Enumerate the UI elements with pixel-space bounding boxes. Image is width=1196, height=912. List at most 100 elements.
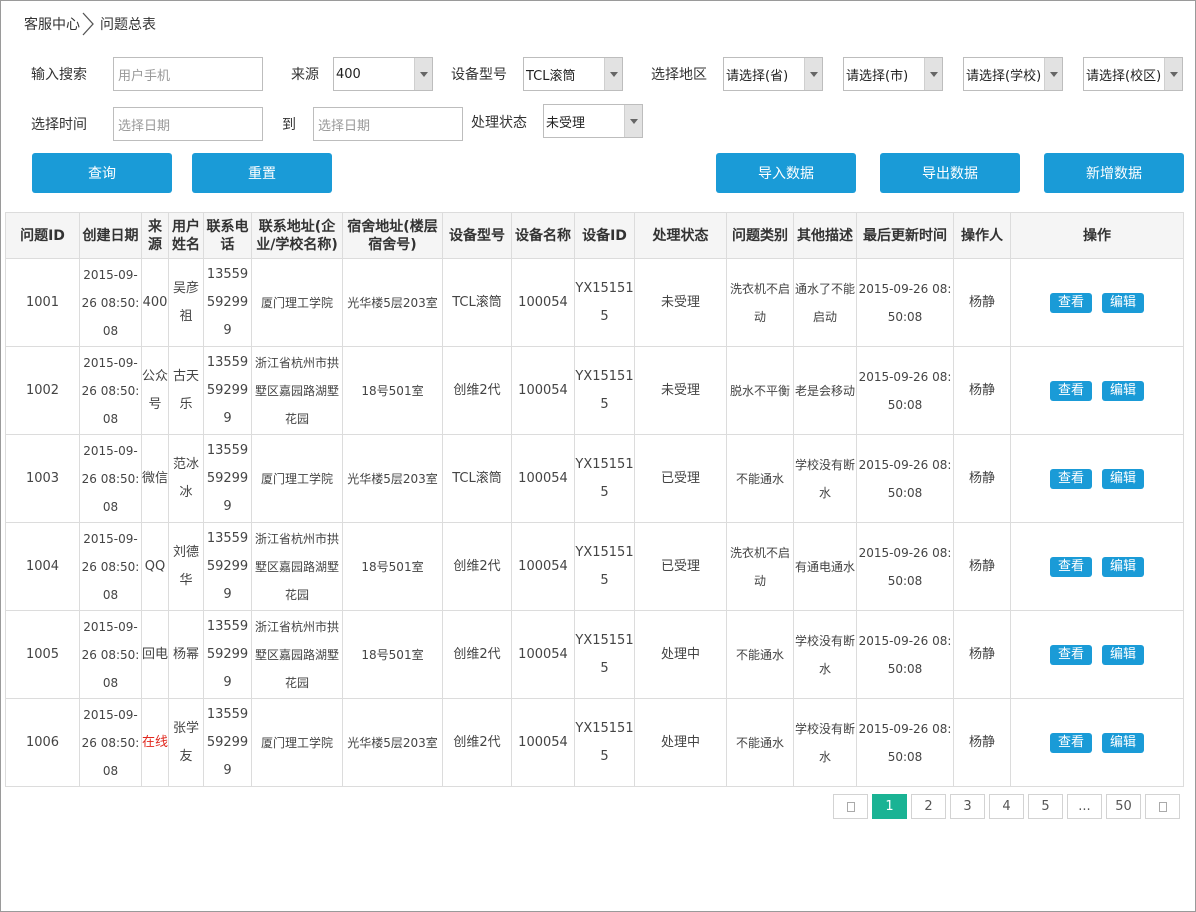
page-button[interactable]: 4 — [989, 794, 1024, 819]
view-button[interactable]: 查看 — [1050, 468, 1092, 489]
start-date-input[interactable]: 选择日期 — [113, 107, 263, 141]
next-page-icon — [1158, 801, 1167, 812]
column-header: 问题ID — [5, 212, 80, 259]
page-button[interactable]: 1 — [872, 794, 907, 819]
device-name-cell: 100054 — [511, 698, 575, 787]
view-button[interactable]: 查看 — [1050, 292, 1092, 313]
dropdown-arrow-icon[interactable] — [804, 58, 822, 90]
address-cell: 厦门理工学院 — [251, 698, 343, 787]
created-date-cell: 2015-09-26 08:50:08 — [79, 258, 142, 347]
column-header: 来源 — [141, 212, 169, 259]
category-cell: 不能通水 — [726, 610, 794, 699]
edit-button[interactable]: 编辑 — [1102, 468, 1144, 489]
city-select[interactable]: 请选择(市) — [843, 57, 943, 91]
view-button[interactable]: 查看 — [1050, 732, 1092, 753]
phone-cell: 13559592999 — [203, 698, 252, 787]
phone-search-input[interactable]: 用户手机 — [113, 57, 263, 91]
user-name-cell: 范冰冰 — [168, 434, 204, 523]
campus-select[interactable]: 请选择(校区) — [1083, 57, 1183, 91]
next-page-button[interactable] — [1145, 794, 1180, 819]
source-label: 来源 — [291, 67, 319, 83]
chevron-right-icon — [82, 12, 94, 36]
source-cell: 微信 — [141, 434, 169, 523]
dropdown-arrow-icon[interactable] — [1164, 58, 1182, 90]
school-select[interactable]: 请选择(学校) — [963, 57, 1063, 91]
device-id-cell: YX151515 — [574, 698, 635, 787]
updated-time-cell: 2015-09-26 08:50:08 — [856, 698, 954, 787]
import-data-button[interactable]: 导入数据 — [716, 153, 856, 193]
description-cell: 学校没有断水 — [793, 434, 857, 523]
column-header: 宿舍地址(楼层宿舍号) — [342, 212, 443, 259]
to-label: 到 — [282, 117, 296, 133]
model-cell: 创维2代 — [442, 522, 512, 611]
prev-page-button[interactable] — [833, 794, 868, 819]
view-button[interactable]: 查看 — [1050, 380, 1092, 401]
description-cell: 老是会移动 — [793, 346, 857, 435]
dropdown-arrow-icon[interactable] — [1044, 58, 1062, 90]
status-cell: 处理中 — [634, 610, 727, 699]
actions-cell: 查看 编辑 — [1010, 610, 1184, 699]
updated-time-cell: 2015-09-26 08:50:08 — [856, 346, 954, 435]
column-header: 用户姓名 — [168, 212, 204, 259]
page-button[interactable]: 50 — [1106, 794, 1141, 819]
source-select[interactable]: 400 — [333, 57, 433, 91]
page-button[interactable]: 5 — [1028, 794, 1063, 819]
created-date-cell: 2015-09-26 08:50:08 — [79, 434, 142, 523]
province-select[interactable]: 请选择(省) — [723, 57, 823, 91]
description-cell: 学校没有断水 — [793, 610, 857, 699]
edit-button[interactable]: 编辑 — [1102, 644, 1144, 665]
user-name-cell: 刘德华 — [168, 522, 204, 611]
page-button[interactable]: 3 — [950, 794, 985, 819]
end-date-input[interactable]: 选择日期 — [313, 107, 463, 141]
column-header: 设备ID — [574, 212, 635, 259]
add-data-button[interactable]: 新增数据 — [1044, 153, 1184, 193]
device-id-cell: YX151515 — [574, 258, 635, 347]
edit-button[interactable]: 编辑 — [1102, 292, 1144, 313]
export-data-button[interactable]: 导出数据 — [880, 153, 1020, 193]
source-select-value: 400 — [336, 66, 361, 82]
dorm-cell: 光华楼5层203室 — [342, 434, 443, 523]
edit-button[interactable]: 编辑 — [1102, 732, 1144, 753]
view-button[interactable]: 查看 — [1050, 556, 1092, 577]
province-select-value: 请选择(省) — [726, 68, 789, 84]
column-header: 操作人 — [953, 212, 1011, 259]
dorm-cell: 18号501室 — [342, 610, 443, 699]
query-button[interactable]: 查询 — [32, 153, 172, 193]
page-button[interactable]: 2 — [911, 794, 946, 819]
model-select[interactable]: TCL滚筒 — [523, 57, 623, 91]
column-header: 创建日期 — [79, 212, 142, 259]
status-select[interactable]: 未受理 — [543, 104, 643, 138]
user-name-cell: 张学友 — [168, 698, 204, 787]
edit-button[interactable]: 编辑 — [1102, 556, 1144, 577]
actions-cell: 查看 编辑 — [1010, 434, 1184, 523]
column-header: 处理状态 — [634, 212, 727, 259]
category-cell: 洗衣机不启动 — [726, 258, 794, 347]
created-date-cell: 2015-09-26 08:50:08 — [79, 522, 142, 611]
dropdown-arrow-icon[interactable] — [604, 58, 622, 90]
model-cell: 创维2代 — [442, 698, 512, 787]
dropdown-arrow-icon[interactable] — [624, 105, 642, 137]
dropdown-arrow-icon[interactable] — [414, 58, 432, 90]
created-date-cell: 2015-09-26 08:50:08 — [79, 610, 142, 699]
table-header-row: 问题ID 创建日期 来源 用户姓名 联系电话 联系地址(企业/学校名称) 宿舍地址(楼层宿舍… — [5, 212, 1184, 259]
reset-button[interactable]: 重置 — [192, 153, 332, 193]
address-cell: 浙江省杭州市拱墅区嘉园路湖墅花园 — [251, 610, 343, 699]
region-label: 选择地区 — [651, 67, 707, 83]
table-row: 1004 2015-09-26 08:50:08 QQ 刘德华 13559592999 浙… — [5, 522, 1184, 611]
status-cell: 已受理 — [634, 522, 727, 611]
source-cell: 在线 — [141, 698, 169, 787]
address-cell: 浙江省杭州市拱墅区嘉园路湖墅花园 — [251, 346, 343, 435]
issue-id-cell: 1003 — [5, 434, 80, 523]
issue-id-cell: 1001 — [5, 258, 80, 347]
edit-button[interactable]: 编辑 — [1102, 380, 1144, 401]
issues-table: 问题ID 创建日期 来源 用户姓名 联系电话 联系地址(企业/学校名称) 宿舍地址(楼层宿舍… — [5, 212, 1184, 787]
operator-cell: 杨静 — [953, 346, 1011, 435]
model-select-value: TCL滚筒 — [526, 68, 576, 84]
dropdown-arrow-icon[interactable] — [924, 58, 942, 90]
operator-cell: 杨静 — [953, 258, 1011, 347]
breadcrumb-root[interactable]: 客服中心 — [24, 14, 80, 34]
actions-cell: 查看 编辑 — [1010, 522, 1184, 611]
user-name-cell: 古天乐 — [168, 346, 204, 435]
device-name-cell: 100054 — [511, 522, 575, 611]
view-button[interactable]: 查看 — [1050, 644, 1092, 665]
